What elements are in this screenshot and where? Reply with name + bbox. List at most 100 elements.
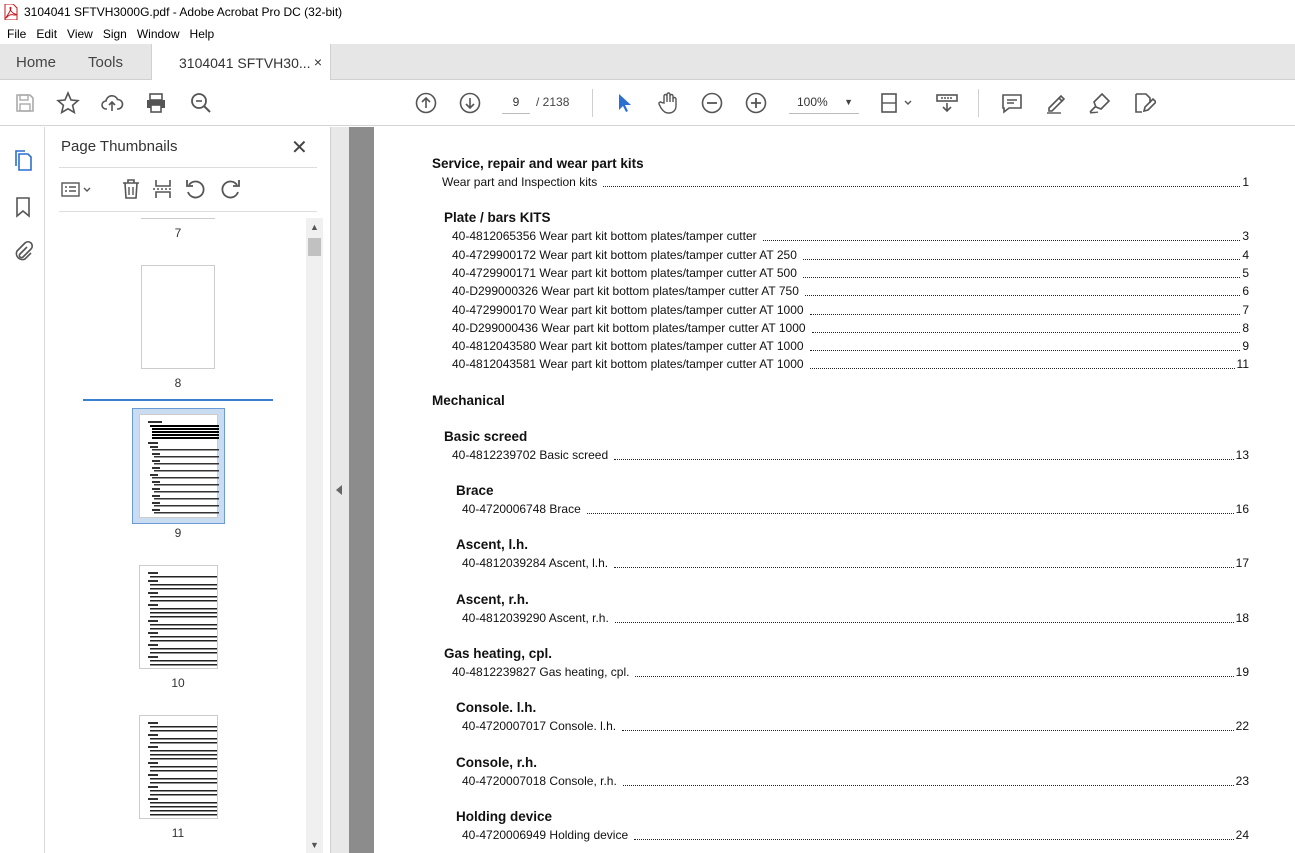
- tab-tools[interactable]: Tools: [88, 44, 123, 80]
- rotate-right-icon[interactable]: [219, 177, 243, 201]
- split-page-icon[interactable]: [151, 177, 175, 201]
- toolbar-divider: [978, 89, 979, 117]
- toc-heading: Ascent, l.h.: [456, 537, 529, 553]
- toc-entry[interactable]: 40-4729900171 Wear part kit bottom plate…: [452, 265, 1249, 280]
- tab-home[interactable]: Home: [16, 44, 56, 80]
- zoom-level-value: 100%: [797, 95, 828, 109]
- page-thumbnails-icon[interactable]: [11, 148, 35, 172]
- panel-divider: [59, 167, 317, 168]
- close-icon[interactable]: ✕: [291, 135, 308, 160]
- thumbnail-preview: [148, 722, 217, 816]
- upload-icon[interactable]: [100, 91, 124, 115]
- delete-page-icon[interactable]: [119, 177, 143, 201]
- bookmark-star-icon[interactable]: [56, 90, 80, 115]
- toc-leader-dots: [802, 258, 1241, 260]
- menu-file[interactable]: File: [2, 25, 31, 43]
- toc-leader-dots: [811, 331, 1241, 333]
- scroll-mode-icon[interactable]: [935, 91, 959, 115]
- highlight-icon[interactable]: [1044, 91, 1068, 115]
- toc-leader-dots: [802, 276, 1241, 278]
- title-bar: 3104041 SFTVH3000G.pdf - Adobe Acrobat P…: [0, 0, 1295, 24]
- hand-icon[interactable]: [656, 91, 680, 115]
- toc-entry[interactable]: 40-4812039290 Ascent, r.h. 18: [462, 610, 1249, 625]
- bookmarks-icon[interactable]: [11, 195, 35, 219]
- document-view[interactable]: Service, repair and wear part kits Wear p…: [349, 127, 1295, 853]
- page-number-input[interactable]: 9: [502, 90, 530, 114]
- toc-leader-dots: [603, 186, 1241, 187]
- comment-icon[interactable]: [1000, 91, 1024, 115]
- toc-entry[interactable]: 40-4720006949 Holding device 24: [462, 827, 1249, 842]
- scroll-up-icon[interactable]: ▲: [310, 222, 319, 232]
- toc-entry-label: 40-4729900170 Wear part kit bottom plate…: [452, 302, 810, 317]
- toc-entry[interactable]: 40-4812043580 Wear part kit bottom plate…: [452, 339, 1249, 354]
- panel-title: Page Thumbnails: [61, 138, 178, 155]
- toc-entry[interactable]: 40-4812239827 Gas heating, cpl. 19: [452, 664, 1249, 679]
- rotate-left-icon[interactable]: [183, 177, 207, 201]
- toc-entry[interactable]: 40-D299000326 Wear part kit bottom plate…: [452, 284, 1249, 299]
- next-page-icon[interactable]: [458, 91, 482, 115]
- page-thumbnail[interactable]: [139, 715, 218, 819]
- menu-view[interactable]: View: [62, 25, 98, 43]
- thumbnail-list[interactable]: 7 8 9 10 11: [45, 218, 330, 853]
- save-icon[interactable]: [13, 91, 37, 115]
- toc-leader-dots: [622, 730, 1234, 732]
- toc-entry[interactable]: 40-4812039284 Ascent, l.h. 17: [462, 556, 1249, 571]
- options-menu-icon[interactable]: [59, 177, 95, 201]
- menu-sign[interactable]: Sign: [98, 25, 132, 43]
- prev-page-icon[interactable]: [414, 91, 438, 115]
- toc-entry[interactable]: 40-D299000436 Wear part kit bottom plate…: [452, 320, 1249, 335]
- toc-leader-dots: [634, 838, 1234, 840]
- toc-entry[interactable]: 40-4729900172 Wear part kit bottom plate…: [452, 247, 1249, 262]
- scrollbar-thumb[interactable]: [308, 238, 321, 256]
- toc-entry-label: 40-D299000326 Wear part kit bottom plate…: [452, 284, 805, 299]
- edit-pdf-icon[interactable]: [1132, 91, 1158, 115]
- tab-close-icon[interactable]: ×: [314, 54, 322, 70]
- toc-entry-label: 40-4812239827 Gas heating, cpl.: [452, 664, 636, 679]
- scroll-down-icon[interactable]: ▼: [310, 840, 319, 850]
- page-thumbnail-current[interactable]: [139, 414, 220, 518]
- toc-entry[interactable]: 40-4812065356 Wear part kit bottom plate…: [452, 229, 1249, 244]
- toc-entry-label: 40-4720006949 Holding device: [462, 827, 635, 842]
- tab-document[interactable]: 3104041 SFTVH30... ×: [151, 44, 331, 81]
- toc-entry-page: 24: [1235, 827, 1249, 842]
- toc-entry[interactable]: 40-4720006748 Brace 16: [462, 502, 1249, 516]
- toc-entry-page: 8: [1242, 320, 1249, 335]
- toc-entry-label: 40-4812039290 Ascent, r.h.: [462, 610, 615, 625]
- menu-window[interactable]: Window: [132, 25, 185, 43]
- toc-heading: Plate / bars KITS: [444, 210, 551, 226]
- select-cursor-icon[interactable]: [612, 91, 636, 115]
- find-zoom-icon[interactable]: [189, 91, 213, 115]
- panel-collapse-strip[interactable]: [330, 127, 349, 853]
- toc-entry-page: 18: [1235, 610, 1249, 625]
- toc-entry-page: 6: [1242, 284, 1249, 299]
- sign-icon[interactable]: [1088, 91, 1112, 115]
- toc-entry[interactable]: 40-4720007017 Console. l.h. 22: [462, 719, 1249, 734]
- toc-entry[interactable]: 40-4720007018 Console, r.h. 23: [462, 773, 1249, 788]
- zoom-in-icon[interactable]: [744, 91, 768, 115]
- print-icon[interactable]: [144, 91, 168, 115]
- toc-leader-dots: [809, 368, 1235, 370]
- thumbnail-scrollbar[interactable]: ▲ ▼: [306, 218, 323, 853]
- zoom-level-select[interactable]: 100% ▼: [789, 90, 859, 114]
- page-fit-icon[interactable]: [879, 91, 915, 115]
- page-thumbnail[interactable]: [141, 265, 215, 369]
- attachments-icon[interactable]: [11, 240, 35, 264]
- menu-edit[interactable]: Edit: [31, 25, 62, 43]
- thumbnail-label: 11: [171, 826, 185, 840]
- zoom-out-icon[interactable]: [700, 91, 724, 115]
- toc-entry[interactable]: 40-4812239702 Basic screed 13: [452, 447, 1249, 462]
- toc-entry-label: 40-4812043580 Wear part kit bottom plate…: [452, 339, 810, 354]
- toc-entry[interactable]: 40-4812043581 Wear part kit bottom plate…: [452, 357, 1249, 372]
- toc-entry-label: 40-4812039284 Ascent, l.h.: [462, 556, 615, 571]
- toc-entry[interactable]: Wear part and Inspection kits 1: [442, 175, 1249, 189]
- toolbar-divider: [592, 89, 593, 117]
- page-thumbnail[interactable]: [141, 218, 215, 219]
- menu-help[interactable]: Help: [185, 25, 220, 43]
- page-thumbnail[interactable]: [139, 565, 218, 669]
- tab-document-label: 3104041 SFTVH30...: [179, 54, 311, 71]
- toc-leader-dots: [635, 675, 1234, 677]
- toc-leader-dots: [622, 784, 1234, 786]
- toc-entry[interactable]: 40-4729900170 Wear part kit bottom plate…: [452, 302, 1249, 317]
- collapse-arrow-icon[interactable]: [336, 485, 342, 495]
- acrobat-pdf-icon: [4, 4, 18, 20]
